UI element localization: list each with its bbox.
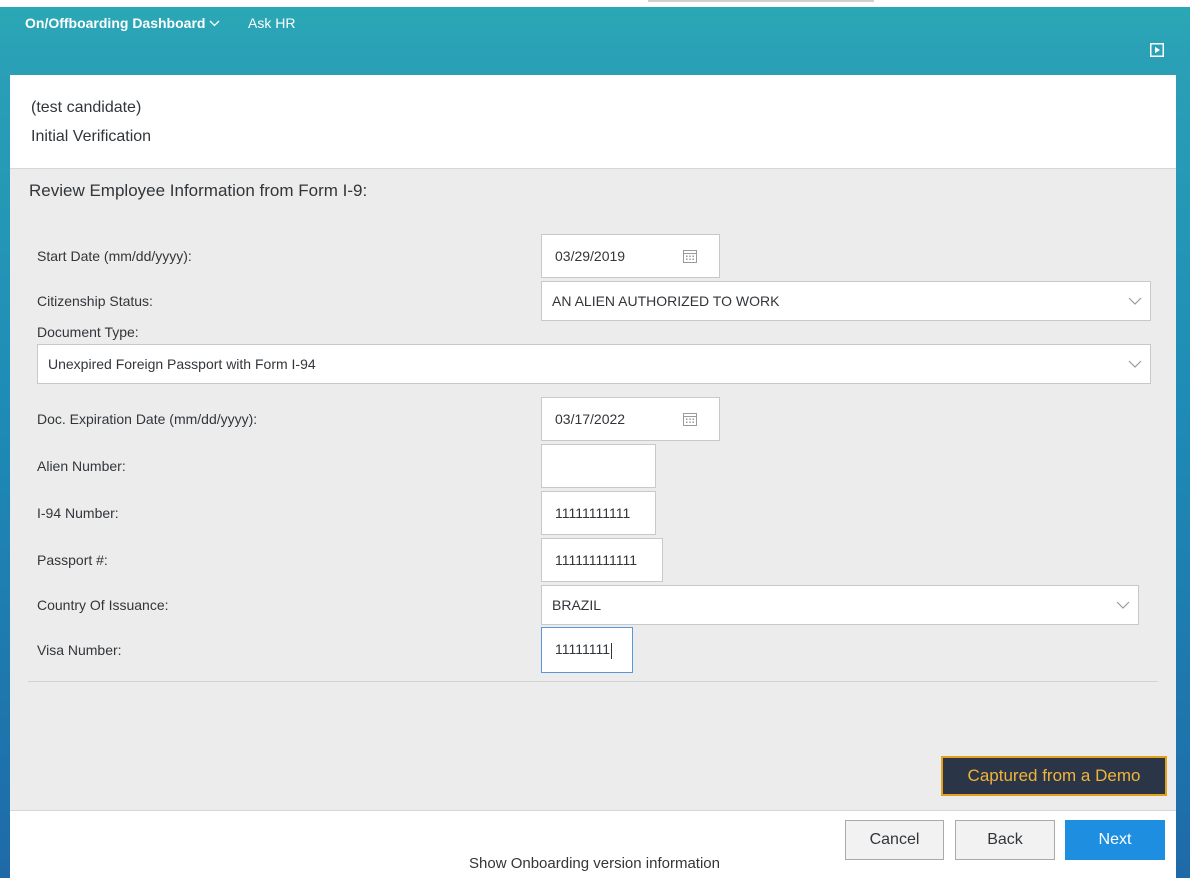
candidate-name: (test candidate) xyxy=(31,99,142,116)
i94-number-value: 11111111111 xyxy=(555,505,631,521)
calendar-icon[interactable] xyxy=(683,249,697,263)
i94-number-label: I-94 Number: xyxy=(37,505,119,521)
next-button[interactable]: Next xyxy=(1065,820,1165,860)
top-strip xyxy=(0,0,1190,7)
play-icon[interactable] xyxy=(1150,43,1164,57)
shell-bar: On/Offboarding Dashboard Ask HR xyxy=(0,7,1190,75)
chevron-down-icon xyxy=(1128,360,1142,368)
ask-hr-link[interactable]: Ask HR xyxy=(248,15,295,31)
back-button[interactable]: Back xyxy=(955,820,1055,860)
start-date-field[interactable]: 03/29/2019 xyxy=(541,234,720,278)
footer-bar: Cancel Back Next Show Onboarding version… xyxy=(10,810,1176,878)
section-title: Review Employee Information from Form I-… xyxy=(29,181,368,200)
demo-badge: Captured from a Demo xyxy=(941,756,1167,796)
country-label: Country Of Issuance: xyxy=(37,597,169,613)
alien-number-input[interactable] xyxy=(541,444,656,488)
visa-label: Visa Number: xyxy=(37,642,122,658)
version-info-link[interactable]: Show Onboarding version information xyxy=(469,855,720,872)
visa-value: 11111111 xyxy=(555,641,611,658)
chevron-down-icon xyxy=(1116,601,1130,609)
passport-label: Passport #: xyxy=(37,552,108,568)
document-type-label: Document Type: xyxy=(37,324,139,340)
calendar-icon[interactable] xyxy=(683,412,697,426)
doc-expiration-label: Doc. Expiration Date (mm/dd/yyyy): xyxy=(37,411,258,427)
dashboard-menu[interactable]: On/Offboarding Dashboard xyxy=(25,15,220,31)
doc-expiration-value: 03/17/2022 xyxy=(555,411,626,427)
cancel-button[interactable]: Cancel xyxy=(845,820,944,860)
country-value: BRAZIL xyxy=(552,597,602,613)
citizenship-label: Citizenship Status: xyxy=(37,293,153,309)
document-type-value: Unexpired Foreign Passport with Form I-9… xyxy=(48,356,316,372)
citizenship-value: AN ALIEN AUTHORIZED TO WORK xyxy=(552,293,780,309)
main-panel: (test candidate) Initial Verification Re… xyxy=(10,75,1176,878)
passport-input[interactable]: 111111111111 xyxy=(541,538,663,582)
start-date-value: 03/29/2019 xyxy=(555,248,626,264)
document-type-select[interactable]: Unexpired Foreign Passport with Form I-9… xyxy=(37,344,1151,384)
doc-expiration-field[interactable]: 03/17/2022 xyxy=(541,397,720,441)
dashboard-menu-label: On/Offboarding Dashboard xyxy=(25,15,206,31)
i94-number-input[interactable]: 11111111111 xyxy=(541,491,656,535)
step-title: Initial Verification xyxy=(31,128,152,145)
chevron-down-icon xyxy=(1128,297,1142,305)
start-date-label: Start Date (mm/dd/yyyy): xyxy=(37,248,192,264)
visa-input[interactable]: 11111111 xyxy=(541,627,633,673)
object-header: (test candidate) Initial Verification xyxy=(10,75,1176,169)
country-select[interactable]: BRAZIL xyxy=(541,585,1139,625)
citizenship-select[interactable]: AN ALIEN AUTHORIZED TO WORK xyxy=(541,281,1151,321)
passport-value: 111111111111 xyxy=(555,552,638,568)
text-cursor xyxy=(611,642,613,659)
form-divider xyxy=(28,681,1158,682)
chevron-down-icon xyxy=(209,20,220,26)
alien-number-label: Alien Number: xyxy=(37,458,126,474)
